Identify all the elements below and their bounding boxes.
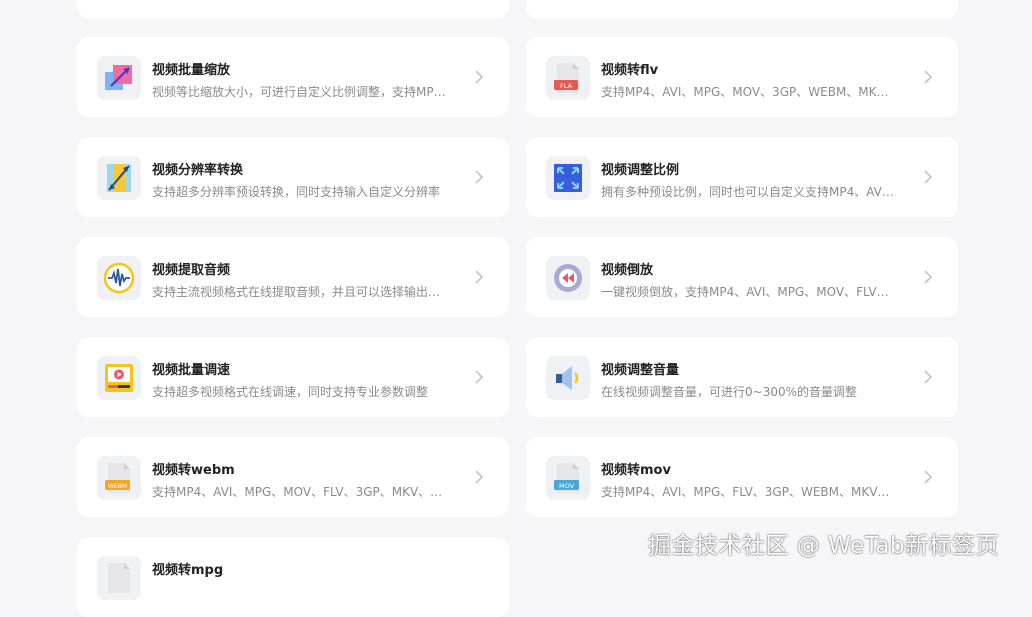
- card-video-batch-resize[interactable]: 视频批量缩放 视频等比缩放大小，可进行自定义比例调整，支持MP…: [77, 37, 509, 117]
- mpg-file-icon: [97, 556, 141, 600]
- card-video-to-flv[interactable]: FLA 视频转flv 支持MP4、AVI、MPG、MOV、3GP、WEBM、MK…: [526, 37, 958, 117]
- card-desc: 支持超多视频格式在线调速，同时支持专业参数调整: [152, 385, 429, 399]
- file-badge: WEBM: [108, 483, 127, 490]
- card-video-to-webm[interactable]: WEBM 视频转webm 支持MP4、AVI、MPG、MOV、FLV、3GP、M…: [77, 437, 509, 517]
- file-badge: FLA: [560, 82, 573, 90]
- speed-icon: [97, 356, 141, 400]
- chevron-right-icon: [471, 169, 487, 185]
- resolution-icon: [97, 156, 141, 200]
- card-desc: 支持MP4、AVI、MPG、FLV、3GP、WEBM、MKV…: [601, 485, 890, 499]
- card-desc: 一键视频倒放，支持MP4、AVI、MPG、MOV、FLV…: [601, 285, 889, 299]
- resize-icon: [97, 56, 141, 100]
- card-title: 视频分辨率转换: [152, 163, 244, 178]
- file-badge: MOV: [559, 482, 575, 490]
- chevron-right-icon: [920, 369, 936, 385]
- card-title: 视频倒放: [601, 263, 654, 278]
- card-desc: 拥有多种预设比例，同时也可以自定义支持MP4、AV…: [601, 185, 894, 199]
- chevron-right-icon: [471, 369, 487, 385]
- chevron-right-icon: [920, 69, 936, 85]
- card-video-adjust-volume[interactable]: 视频调整音量 在线视频调整音量，可进行0~300%的音量调整: [526, 337, 958, 417]
- rewind-icon: [546, 256, 590, 300]
- card-top-right[interactable]: [526, 0, 958, 18]
- waveform-icon: [97, 256, 141, 300]
- chevron-right-icon: [920, 269, 936, 285]
- card-video-aspect-ratio[interactable]: 视频调整比例 拥有多种预设比例，同时也可以自定义支持MP4、AV…: [526, 137, 958, 217]
- mov-file-icon: MOV: [546, 456, 590, 500]
- card-title: 视频转mov: [601, 463, 671, 478]
- chevron-right-icon: [471, 269, 487, 285]
- card-title: 视频批量缩放: [152, 63, 231, 78]
- card-title: 视频转webm: [152, 463, 235, 478]
- volume-icon: [546, 356, 590, 400]
- chevron-right-icon: [471, 469, 487, 485]
- card-video-extract-audio[interactable]: 视频提取音频 支持主流视频格式在线提取音频，并且可以选择输出…: [77, 237, 509, 317]
- card-video-batch-speed[interactable]: 视频批量调速 支持超多视频格式在线调速，同时支持专业参数调整: [77, 337, 509, 417]
- card-video-to-mov[interactable]: MOV 视频转mov 支持MP4、AVI、MPG、FLV、3GP、WEBM、MK…: [526, 437, 958, 517]
- chevron-right-icon: [471, 69, 487, 85]
- card-video-reverse[interactable]: 视频倒放 一键视频倒放，支持MP4、AVI、MPG、MOV、FLV…: [526, 237, 958, 317]
- webm-file-icon: WEBM: [97, 456, 141, 500]
- card-desc: 支持超多分辨率预设转换，同时支持输入自定义分辨率: [152, 185, 441, 199]
- card-title: 视频批量调速: [152, 363, 231, 378]
- card-video-to-mpg[interactable]: 视频转mpg: [77, 537, 509, 617]
- card-title: 视频转mpg: [152, 563, 224, 578]
- chevron-right-icon: [920, 169, 936, 185]
- aspect-ratio-icon: [546, 156, 590, 200]
- flv-file-icon: FLA: [546, 56, 590, 100]
- card-desc: 在线视频调整音量，可进行0~300%的音量调整: [601, 385, 857, 399]
- watermark: 掘金技术社区 @ WeTab新标签页: [648, 533, 1000, 559]
- card-desc: 支持MP4、AVI、MPG、MOV、FLV、3GP、MKV、…: [152, 485, 443, 499]
- chevron-right-icon: [920, 469, 936, 485]
- card-title: 视频提取音频: [152, 263, 231, 278]
- card-desc: 视频等比缩放大小，可进行自定义比例调整，支持MP…: [152, 85, 446, 99]
- card-title: 视频调整音量: [601, 363, 680, 378]
- card-top-left[interactable]: [77, 0, 509, 18]
- card-title: 视频转flv: [601, 63, 659, 78]
- card-video-resolution-convert[interactable]: 视频分辨率转换 支持超多分辨率预设转换，同时支持输入自定义分辨率: [77, 137, 509, 217]
- card-desc: 支持主流视频格式在线提取音频，并且可以选择输出…: [152, 285, 441, 299]
- card-desc: 支持MP4、AVI、MPG、MOV、3GP、WEBM、MK…: [601, 85, 889, 99]
- card-title: 视频调整比例: [601, 163, 680, 178]
